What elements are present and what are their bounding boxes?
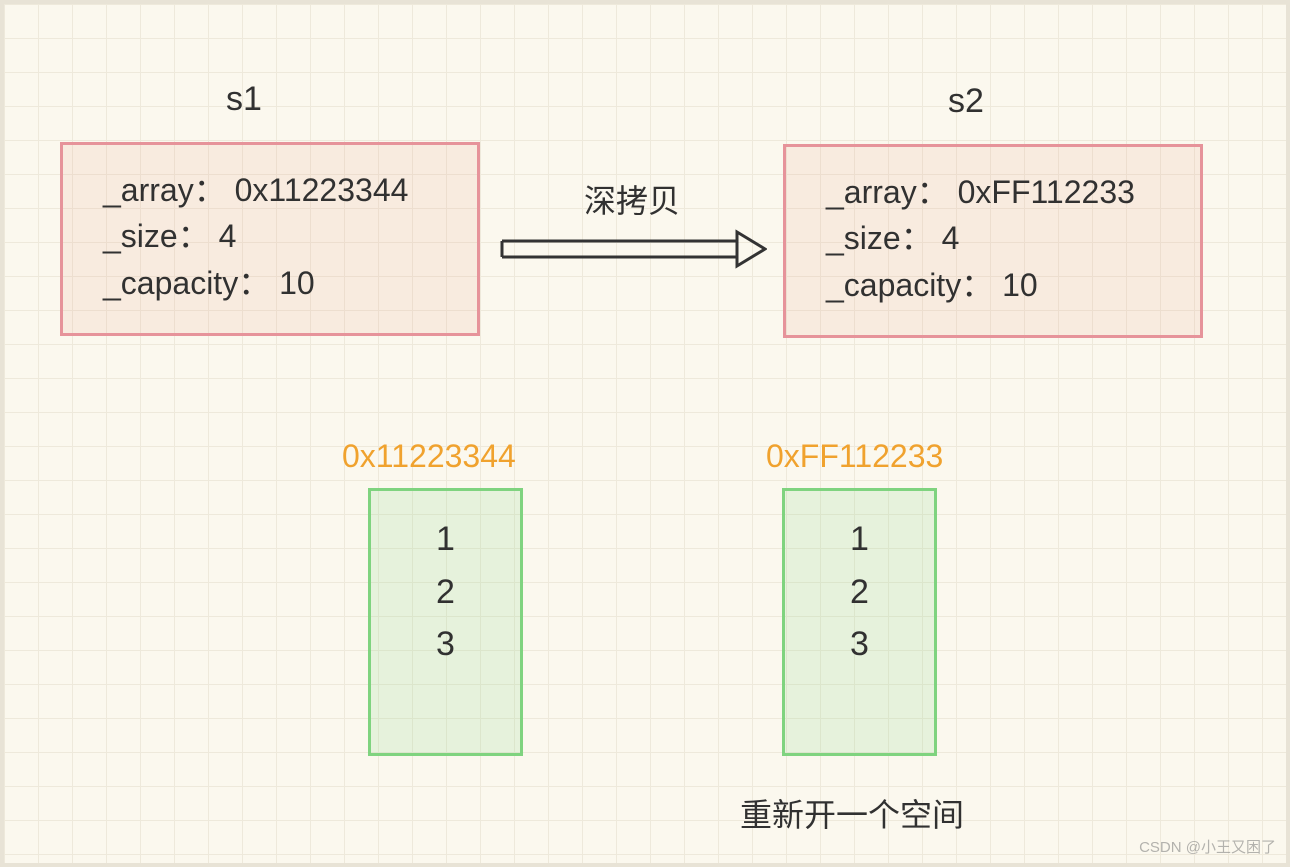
s1-array-value: 0x11223344 [235,172,409,208]
s2-size-value: 4 [942,220,960,256]
s1-size-value: 4 [219,218,237,254]
right-memory-value-1: 2 [785,566,934,619]
s1-title: s1 [226,80,262,119]
s2-capacity-value: 10 [1002,267,1038,303]
s2-array-value: 0xFF112233 [958,174,1135,210]
left-memory-value-0: 1 [371,513,520,566]
s2-array-row: _array： 0xFF112233 [826,169,1170,215]
s2-capacity-label: _capacity： [826,267,993,303]
s2-size-row: _size： 4 [826,215,1170,261]
left-memory-value-1: 2 [371,566,520,619]
s2-title: s2 [948,82,984,121]
s1-capacity-value: 10 [279,265,315,301]
s1-array-label: _array： [103,172,226,208]
arrow-icon [497,228,767,270]
left-memory-value-2: 3 [371,618,520,671]
caption: 重新开一个空间 [740,790,964,836]
right-memory-value-2: 3 [785,618,934,671]
s1-capacity-row: _capacity： 10 [103,260,447,306]
s2-box: _array： 0xFF112233 _size： 4 _capacity： 1… [783,144,1203,338]
s2-size-label: _size： [826,220,933,256]
left-memory-box: 1 2 3 [368,488,523,756]
left-memory-address: 0x11223344 [342,438,516,475]
s1-box: _array： 0x11223344 _size： 4 _capacity： 1… [60,142,480,336]
right-memory-value-0: 1 [785,513,934,566]
watermark: CSDN @小王又困了 [1139,836,1276,857]
s1-size-row: _size： 4 [103,213,447,259]
right-memory-address: 0xFF112233 [766,438,943,475]
s2-capacity-row: _capacity： 10 [826,262,1170,308]
s2-array-label: _array： [826,174,949,210]
s1-size-label: _size： [103,218,210,254]
diagram-canvas: s1 s2 _array： 0x11223344 _size： 4 _capac… [0,0,1290,867]
arrow-label: 深拷贝 [497,176,767,222]
deep-copy-arrow: 深拷贝 [497,176,767,275]
right-memory-box: 1 2 3 [782,488,937,756]
s1-array-row: _array： 0x11223344 [103,167,447,213]
s1-capacity-label: _capacity： [103,265,270,301]
